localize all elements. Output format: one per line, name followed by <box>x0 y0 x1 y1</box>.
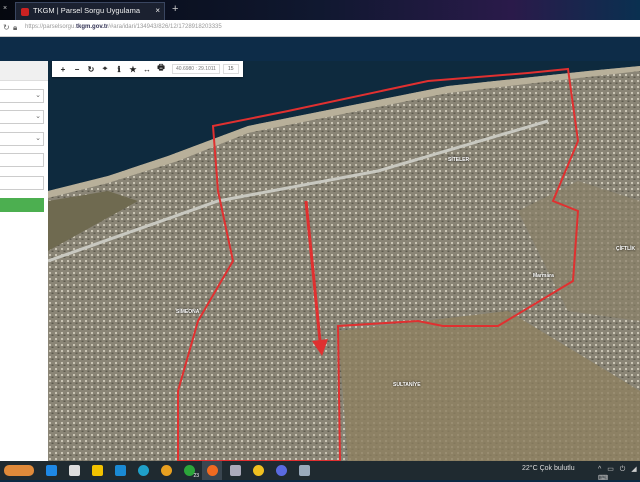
site-header <box>0 37 640 61</box>
parcel-input[interactable] <box>0 176 44 190</box>
close-prev-tab-icon[interactable]: × <box>3 5 7 12</box>
refresh-icon[interactable]: ↻ <box>84 65 98 74</box>
map-canvas <box>48 61 640 461</box>
notes-icon[interactable] <box>64 461 84 480</box>
browser-tab-active[interactable]: TKGM | Parsel Sorgu Uygulama × <box>15 2 165 20</box>
media-app-icon[interactable] <box>271 461 291 480</box>
locate-icon[interactable]: ⌖ <box>98 64 112 74</box>
address-bar[interactable]: ↻ 🔒︎ https://parselsorgu.tkgm.gov.tr/#ar… <box>0 20 640 37</box>
chevron-down-icon: ⌄ <box>35 92 41 99</box>
star-icon[interactable]: ★ <box>126 65 140 74</box>
mail-icon[interactable] <box>110 461 130 480</box>
query-panel: ⌄ ⌄ ⌄ <box>0 61 48 461</box>
file-explorer-icon[interactable] <box>87 461 107 480</box>
chrome-icon[interactable] <box>156 461 176 480</box>
settings-app-icon[interactable] <box>294 461 314 480</box>
neighborhood-select[interactable]: ⌄ <box>0 132 44 146</box>
chevron-down-icon: ⌄ <box>35 113 41 120</box>
rocket-app-icon[interactable] <box>225 461 245 480</box>
query-button[interactable] <box>0 198 44 212</box>
chevron-down-icon: ⌄ <box>35 135 41 142</box>
close-tab-icon[interactable]: × <box>155 6 160 15</box>
print-icon[interactable]: 🖶 <box>154 62 168 76</box>
map-label: SULTANİYE <box>393 382 421 388</box>
search-icon[interactable] <box>41 461 61 480</box>
province-select[interactable]: ⌄ <box>0 89 44 103</box>
map-label: ÇİFTLİK <box>616 246 636 252</box>
map-label: SİMEONA <box>176 309 200 315</box>
lock-icon[interactable]: 🔒︎ <box>13 23 17 33</box>
yandex-icon[interactable] <box>248 461 268 480</box>
new-tab-button[interactable]: + <box>172 3 178 15</box>
map-label: SİTELER <box>448 157 470 163</box>
reload-icon[interactable]: ↻ <box>3 23 10 32</box>
satellite-map[interactable]: SİTELER ÇİFTLİK SİMEONA SULTANİYE Marmar… <box>48 61 640 461</box>
zoom-in-button[interactable]: + <box>56 65 70 74</box>
browser-tab-bar: × TKGM | Parsel Sorgu Uygulama × + <box>0 0 640 20</box>
whatsapp-icon[interactable]: 23 <box>179 461 199 480</box>
system-tray[interactable]: ^ ▭ ⏻ ◢ ⌨ <box>598 465 640 482</box>
measure-icon[interactable]: ↔ <box>140 65 154 74</box>
zoom-level: 15 <box>222 64 239 74</box>
tkgm-favicon-icon <box>21 8 29 16</box>
zoom-out-button[interactable]: − <box>70 65 84 74</box>
district-select[interactable]: ⌄ <box>0 110 44 124</box>
coordinate-readout: 40.6980 : 29.1011 <box>172 64 220 74</box>
map-toolbar: + − ↻ ⌖ ℹ ★ ↔ 🖶 40.6980 : 29.1011 15 <box>52 61 243 77</box>
tab-title: TKGM | Parsel Sorgu Uygulama <box>33 6 140 15</box>
url-text[interactable]: https://parselsorgu.tkgm.gov.tr/#ara/ida… <box>25 24 222 30</box>
info-icon[interactable]: ℹ <box>112 65 126 74</box>
edge-icon[interactable] <box>133 461 153 480</box>
firefox-icon[interactable] <box>202 461 222 480</box>
map-label: Marmara <box>533 273 554 279</box>
widgets-icon[interactable] <box>0 461 38 480</box>
weather-widget[interactable]: 22°C Çok bulutlu <box>522 465 575 472</box>
notification-badge: 23 <box>193 473 199 479</box>
panel-header <box>0 61 48 81</box>
block-input[interactable] <box>0 153 44 167</box>
